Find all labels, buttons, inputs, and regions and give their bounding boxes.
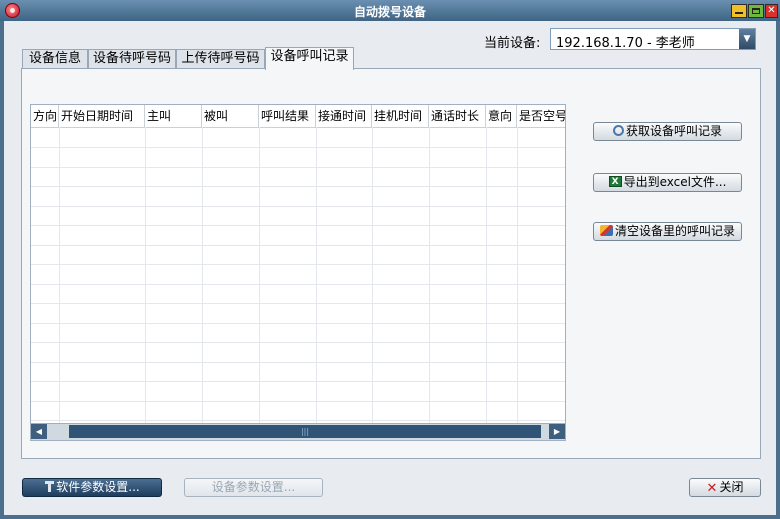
grid-row-line <box>31 323 565 324</box>
excel-icon <box>608 174 622 191</box>
device-select[interactable]: 192.168.1.70 - 李老师 ▼ <box>550 28 756 51</box>
grid-column-line <box>259 127 260 424</box>
fetch-records-label: 获取设备呼叫记录 <box>625 124 722 138</box>
table-header: 方向 开始日期时间 主叫 被叫 呼叫结果 接通时间 挂机时间 通话时长 意向 是… <box>31 105 565 128</box>
grid-row-line <box>31 245 565 246</box>
grid-row-line <box>31 303 565 304</box>
grid-row-line <box>31 342 565 343</box>
grid-column-line <box>59 127 60 424</box>
chevron-down-icon[interactable]: ▼ <box>739 29 755 49</box>
close-label: 关闭 <box>719 480 744 494</box>
column-header[interactable]: 通话时长 <box>429 105 486 127</box>
grid-row-line <box>31 206 565 207</box>
column-header[interactable]: 开始日期时间 <box>59 105 145 127</box>
grid-row-line <box>31 401 565 402</box>
tab-call-records[interactable]: 设备呼叫记录 <box>265 47 354 70</box>
export-excel-label: 导出到excel文件... <box>623 175 727 189</box>
grid-row-line <box>31 167 565 168</box>
grid-row-line <box>31 147 565 148</box>
clear-records-label: 清空设备里的呼叫记录 <box>614 224 735 238</box>
tab-upload-numbers[interactable]: 上传待呼号码 <box>176 49 265 69</box>
software-settings-button[interactable]: 软件参数设置... <box>22 478 162 497</box>
grid-row-line <box>31 362 565 363</box>
grid-column-line <box>429 127 430 424</box>
device-settings-label: 设备参数设置... <box>211 480 296 494</box>
grid-column-line <box>486 127 487 424</box>
grid-column-line <box>517 127 518 424</box>
clear-icon <box>599 225 613 236</box>
column-header[interactable]: 挂机时间 <box>372 105 429 127</box>
grid-row-line <box>31 225 565 226</box>
column-header[interactable]: 被叫 <box>202 105 259 127</box>
settings-icon <box>44 481 55 492</box>
device-select-value: 192.168.1.70 - 李老师 <box>556 36 695 51</box>
grid-column-line <box>145 127 146 424</box>
close-icon: ✕ <box>706 481 718 496</box>
tab-device-info[interactable]: 设备信息 <box>22 49 88 69</box>
grid-row-line <box>31 381 565 382</box>
minimize-button[interactable] <box>731 4 747 18</box>
app-window: 自动拨号设备 ✕ 当前设备: 192.168.1.70 - 李老师 ▼ 设备信息… <box>0 0 780 519</box>
column-header[interactable]: 主叫 <box>145 105 202 127</box>
grid-row-line <box>31 264 565 265</box>
call-record-table[interactable]: 方向 开始日期时间 主叫 被叫 呼叫结果 接通时间 挂机时间 通话时长 意向 是… <box>30 104 566 441</box>
grid-column-line <box>316 127 317 424</box>
grid-column-line <box>372 127 373 424</box>
scrollbar-thumb[interactable]: ||| <box>69 425 541 438</box>
grid-row-line <box>31 420 565 421</box>
column-header[interactable]: 意向 <box>486 105 517 127</box>
scroll-right-icon[interactable]: ▶ <box>549 424 565 439</box>
export-excel-button[interactable]: 导出到excel文件... <box>593 173 742 192</box>
software-settings-label: 软件参数设置... <box>56 480 140 494</box>
clear-records-button[interactable]: 清空设备里的呼叫记录 <box>593 222 742 241</box>
column-header[interactable]: 是否空号 <box>517 105 565 127</box>
close-window-button[interactable]: ✕ <box>765 4 778 18</box>
main-panel: 当前设备: 192.168.1.70 - 李老师 ▼ 设备信息 设备待呼号码 上… <box>4 21 776 515</box>
search-icon <box>612 125 624 136</box>
title-bar[interactable]: 自动拨号设备 ✕ <box>0 0 780 21</box>
column-header[interactable]: 呼叫结果 <box>259 105 316 127</box>
grid-row-line <box>31 186 565 187</box>
maximize-button[interactable] <box>748 4 764 18</box>
scroll-left-icon[interactable]: ◀ <box>31 424 47 439</box>
current-device-label: 当前设备: <box>484 36 541 51</box>
column-header[interactable]: 方向 <box>31 105 59 127</box>
column-header[interactable]: 接通时间 <box>316 105 372 127</box>
tab-pending-numbers[interactable]: 设备待呼号码 <box>88 49 176 69</box>
horizontal-scrollbar[interactable]: ◀ ||| ▶ <box>31 423 565 440</box>
close-button[interactable]: ✕ 关闭 <box>689 478 761 497</box>
fetch-records-button[interactable]: 获取设备呼叫记录 <box>593 122 742 141</box>
device-settings-button[interactable]: 设备参数设置... <box>184 478 323 497</box>
grid-row-line <box>31 284 565 285</box>
window-title: 自动拨号设备 <box>353 5 426 19</box>
grid-column-line <box>202 127 203 424</box>
